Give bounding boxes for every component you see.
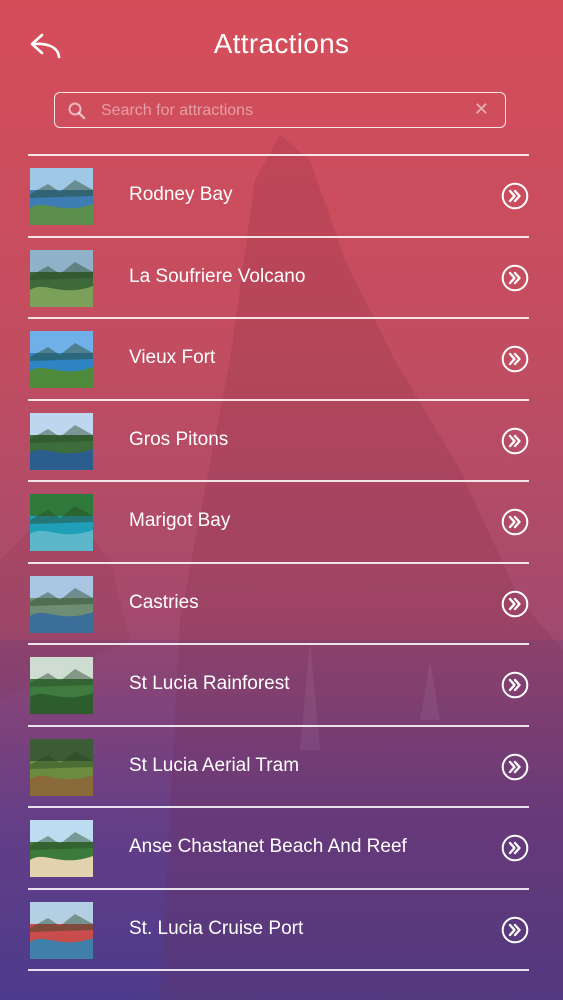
chevron-circle-right-icon[interactable] — [501, 834, 529, 862]
attraction-name: Vieux Fort — [129, 347, 216, 368]
attraction-name: Anse Chastanet Beach And Reef — [129, 836, 407, 857]
attraction-row[interactable]: Gros Pitons — [28, 401, 529, 481]
chevron-circle-right-icon[interactable] — [501, 916, 529, 944]
attraction-row[interactable]: Marigot Bay — [28, 482, 529, 562]
chevron-circle-right-icon[interactable] — [501, 182, 529, 210]
chevron-circle-right-icon[interactable] — [501, 345, 529, 373]
divider — [28, 969, 529, 971]
chevron-circle-right-icon[interactable] — [501, 590, 529, 618]
attraction-thumbnail — [30, 657, 93, 714]
attraction-row[interactable]: Rodney Bay — [28, 156, 529, 236]
attraction-thumbnail — [30, 901, 93, 959]
attractions-list: Rodney Bay La Soufriere Volcano Vieux Fort… — [28, 154, 529, 971]
attraction-name: St Lucia Aerial Tram — [129, 754, 300, 776]
attraction-row[interactable]: Vieux Fort — [28, 319, 529, 399]
attraction-thumbnail — [30, 494, 93, 551]
page-title: Attractions — [213, 28, 350, 59]
chevron-circle-right-icon[interactable] — [501, 671, 529, 699]
attraction-name: La Soufriere Volcano — [129, 265, 306, 287]
chevron-circle-right-icon[interactable] — [501, 753, 529, 781]
attraction-name: St. Lucia Cruise Port — [129, 917, 304, 939]
attraction-name: Marigot Bay — [129, 510, 231, 531]
attraction-name: Gros Pitons — [129, 428, 229, 450]
search-bar: ✕ — [54, 92, 506, 128]
attraction-row[interactable]: St. Lucia Cruise Port — [28, 890, 529, 970]
attraction-thumbnail — [30, 738, 93, 796]
attraction-thumbnail — [30, 249, 93, 307]
attraction-thumbnail — [30, 331, 93, 388]
attraction-row[interactable]: St Lucia Rainforest — [28, 645, 529, 725]
attraction-row[interactable]: La Soufriere Volcano — [28, 238, 529, 318]
attraction-thumbnail — [30, 575, 93, 633]
chevron-circle-right-icon[interactable] — [501, 427, 529, 455]
attraction-thumbnail — [30, 412, 93, 470]
chevron-circle-right-icon[interactable] — [501, 264, 529, 292]
chevron-circle-right-icon[interactable] — [501, 508, 529, 536]
attraction-thumbnail — [30, 820, 93, 877]
attraction-name: Rodney Bay — [129, 184, 233, 205]
attraction-row[interactable]: St Lucia Aerial Tram — [28, 727, 529, 807]
header: Attractions — [0, 0, 563, 90]
attraction-name: St Lucia Rainforest — [129, 673, 290, 694]
attraction-thumbnail — [30, 168, 93, 225]
attraction-row[interactable]: Castries — [28, 564, 529, 644]
clear-icon[interactable]: ✕ — [474, 99, 489, 120]
search-icon — [67, 101, 87, 121]
search-input[interactable] — [99, 93, 463, 128]
attraction-row[interactable]: Anse Chastanet Beach And Reef — [28, 808, 529, 888]
attraction-name: Castries — [129, 591, 199, 613]
